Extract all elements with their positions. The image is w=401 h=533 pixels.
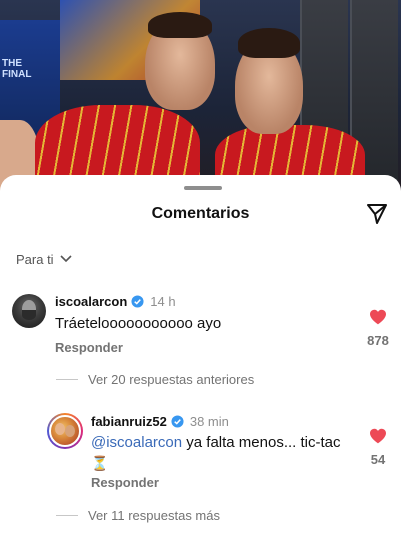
view-more-replies-link[interactable]: Ver 11 respuestas más: [56, 508, 220, 523]
drag-handle[interactable]: [184, 186, 222, 190]
verified-badge-icon: [171, 415, 184, 428]
post-photo: THE FINAL: [0, 0, 401, 200]
sheet-title: Comentarios: [151, 205, 250, 222]
reply-header: fabianruiz52 38 min: [91, 414, 229, 429]
hourglass-icon: ⏳: [91, 455, 109, 471]
heart-icon[interactable]: [369, 428, 387, 444]
reply-button[interactable]: Responder: [91, 475, 159, 490]
mention-link[interactable]: @iscoalarcon: [91, 434, 182, 451]
like-count: 878: [367, 333, 389, 348]
like-control[interactable]: 878: [358, 309, 398, 348]
thread-line: [56, 515, 78, 516]
username[interactable]: fabianruiz52: [91, 414, 167, 429]
reply-text: @iscoalarcon ya falta menos... tic-tac ⏳: [91, 433, 341, 474]
avatar-face: [55, 423, 65, 435]
avatar[interactable]: [12, 294, 46, 328]
comment-text: Tráetelooooooooooo ayo: [55, 315, 222, 332]
view-more-label: Ver 11 respuestas más: [88, 508, 220, 523]
chevron-down-icon: [60, 255, 72, 263]
verified-badge-icon: [131, 295, 144, 308]
comments-sheet: Comentarios Para ti iscoalarcon 14 h Trá…: [0, 175, 401, 533]
person-hair: [238, 28, 300, 58]
view-replies-link[interactable]: Ver 20 respuestas anteriores: [56, 372, 254, 387]
avatar[interactable]: [49, 415, 81, 447]
story-ring[interactable]: [47, 413, 83, 449]
thread-line: [56, 379, 78, 380]
reply-button[interactable]: Responder: [55, 340, 123, 355]
sort-label: Para ti: [16, 251, 54, 267]
heart-icon[interactable]: [369, 309, 387, 325]
username[interactable]: iscoalarcon: [55, 294, 127, 309]
avatar-beard: [22, 310, 36, 320]
like-count: 54: [370, 452, 386, 467]
avatar-face: [65, 425, 75, 437]
person-hair: [148, 12, 212, 38]
like-control[interactable]: 54: [358, 428, 398, 467]
send-icon[interactable]: [365, 202, 389, 226]
comment-time: 14 h: [150, 294, 176, 309]
banner-text: THE FINAL: [2, 58, 32, 80]
sort-selector[interactable]: Para ti: [16, 250, 72, 268]
reply-time: 38 min: [189, 414, 229, 429]
comment-header: iscoalarcon 14 h: [55, 294, 176, 309]
reply-body: ya falta menos... tic-tac: [182, 434, 341, 451]
view-replies-label: Ver 20 respuestas anteriores: [88, 372, 255, 387]
